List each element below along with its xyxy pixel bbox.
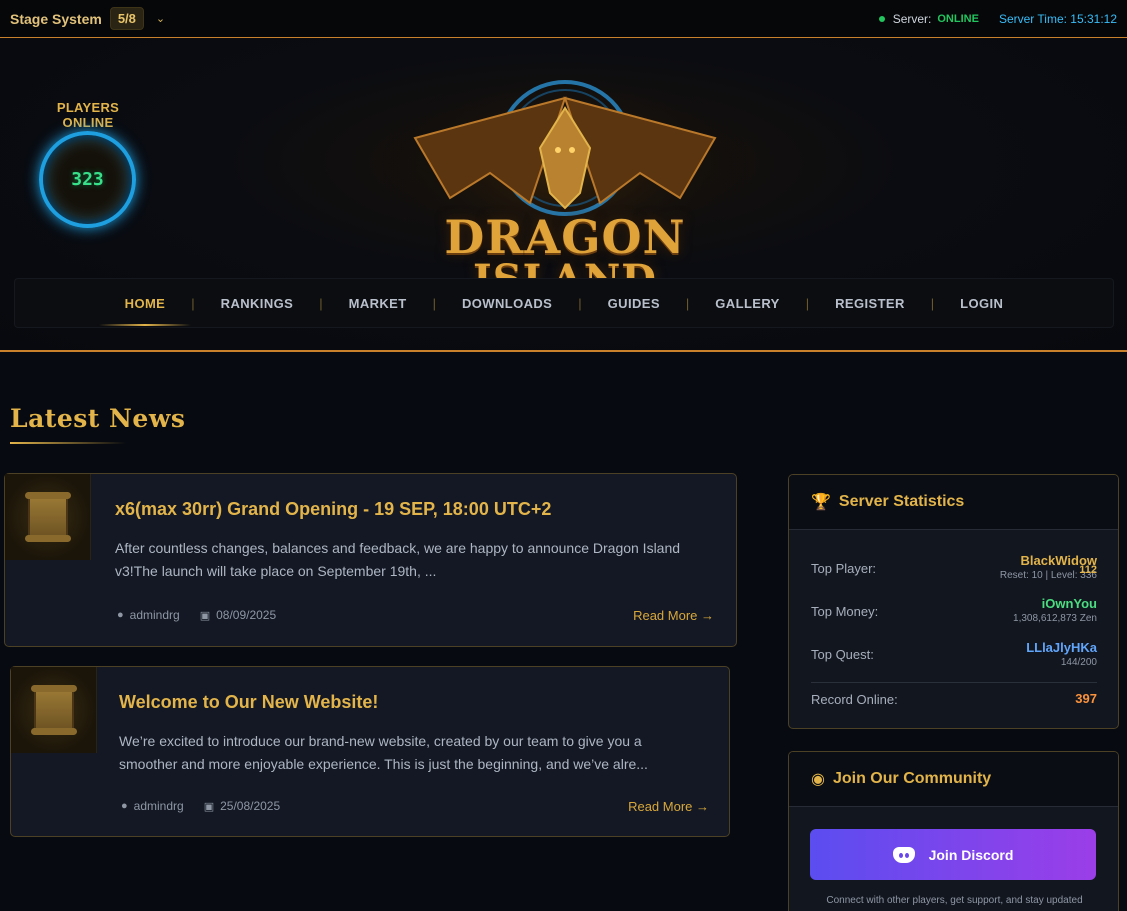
- stat-value[interactable]: iOwnYou: [1042, 596, 1097, 611]
- panel-header: ◉ Join Our Community: [789, 752, 1118, 807]
- news-card[interactable]: Welcome to Our New Website! We’re excite…: [10, 666, 730, 837]
- stat-label: Record Online:: [811, 692, 898, 707]
- stat-sub: 144/200: [1060, 657, 1097, 668]
- site-logo[interactable]: DRAGON ISLAND: [370, 78, 760, 308]
- nav-home[interactable]: HOME: [98, 296, 192, 326]
- news-meta: ● admindrg ▣ 08/09/2025: [117, 608, 276, 622]
- news-title[interactable]: x6(max 30rr) Grand Opening - 19 SEP, 18:…: [115, 499, 551, 520]
- server-time: Server Time: 15:31:12: [998, 11, 1117, 26]
- stat-extra: 112: [1079, 564, 1097, 576]
- server-label: Server:: [892, 11, 932, 26]
- news-excerpt-line: We’re excited to introduce our brand-new…: [119, 733, 642, 749]
- join-discord-button[interactable]: Join Discord: [810, 829, 1096, 880]
- news-author: admindrg: [129, 608, 180, 622]
- latest-news-underline: [10, 442, 126, 444]
- stat-top-money: Top Money: iOwnYou 1,308,612,873 Zen: [811, 596, 1097, 628]
- stat-label: Top Quest:: [811, 647, 874, 662]
- news-excerpt-line: v3!The launch will take place on Septemb…: [115, 563, 437, 579]
- panel-title: Server Statistics: [838, 493, 965, 510]
- calendar-icon: ▣: [203, 800, 215, 813]
- news-excerpt-line: smoother and more enjoyable experience. …: [119, 756, 648, 772]
- server-status: ONLINE: [937, 12, 979, 25]
- news-author: admindrg: [133, 799, 184, 813]
- stat-top-player: Top Player: BlackWidow Reset: 10 | Level…: [811, 553, 1097, 585]
- news-excerpt: We’re excited to introduce our brand-new…: [119, 730, 719, 776]
- stat-value[interactable]: LLlaJlyHKa: [1026, 640, 1097, 655]
- trophy-icon: 🏆: [811, 494, 831, 511]
- news-date: 25/08/2025: [220, 799, 281, 813]
- panel-header: 🏆 Server Statistics: [789, 475, 1118, 530]
- stat-sub: 1,308,612,873 Zen: [1013, 613, 1097, 624]
- stage-system-selector[interactable]: Stage System 5/8 ⌄: [10, 7, 165, 30]
- nav-downloads[interactable]: DOWNLOADS: [436, 296, 578, 311]
- players-online-count: 323: [71, 169, 104, 190]
- chevron-down-icon[interactable]: ⌄: [156, 12, 165, 25]
- news-thumbnail: [11, 667, 97, 753]
- calendar-icon: ▣: [199, 609, 211, 622]
- scroll-icon: [30, 685, 77, 735]
- community-panel: ◉ Join Our Community Join Discord Connec…: [788, 751, 1119, 911]
- nav-guides[interactable]: GUIDES: [582, 296, 686, 311]
- stage-system-badge: 5/8: [109, 7, 144, 30]
- latest-news-title-text: Latest News: [10, 404, 186, 433]
- nav-gallery[interactable]: GALLERY: [689, 296, 805, 311]
- news-excerpt-line: After countless changes, balances and fe…: [115, 540, 681, 556]
- stat-value: 397: [1075, 691, 1097, 706]
- main-nav: HOME | RANKINGS | MARKET | DOWNLOADS | G…: [14, 278, 1114, 328]
- scroll-icon: [24, 492, 71, 542]
- stat-record-online: Record Online: 397: [811, 691, 1097, 711]
- community-note: Connect with other players, get support,…: [826, 895, 1083, 906]
- players-online: PLAYERS ONLINE: [32, 100, 144, 130]
- nav-login[interactable]: LOGIN: [934, 296, 1029, 311]
- top-bar: Stage System 5/8 ⌄ Server: ONLINE Server…: [0, 0, 1127, 38]
- stat-label: Top Player:: [811, 561, 877, 576]
- discord-icon: [892, 846, 915, 863]
- read-more-link[interactable]: Read More →: [633, 608, 714, 623]
- site-header: PLAYERS ONLINE 323 DRAGON ISLAND HOME |: [0, 38, 1127, 352]
- server-info: Server: ONLINE Server Time: 15:31:12: [878, 11, 1117, 26]
- join-discord-label: Join Discord: [928, 846, 1014, 863]
- news-thumbnail: [5, 474, 91, 560]
- status-dot-icon: [878, 15, 885, 22]
- nav-market[interactable]: MARKET: [323, 296, 433, 311]
- stat-label: Top Money:: [811, 604, 879, 619]
- news-meta: ● admindrg ▣ 25/08/2025: [121, 799, 280, 813]
- stage-system-label: Stage System: [10, 10, 102, 27]
- news-title[interactable]: Welcome to Our New Website!: [119, 692, 378, 713]
- news-excerpt: After countless changes, balances and fe…: [115, 537, 715, 583]
- user-icon: ●: [117, 609, 124, 621]
- nav-rankings[interactable]: RANKINGS: [195, 296, 320, 311]
- players-online-ring: 323: [39, 131, 136, 228]
- stat-top-quest: Top Quest: LLlaJlyHKa 144/200: [811, 640, 1097, 672]
- server-statistics-panel: 🏆 Server Statistics Top Player: BlackWid…: [788, 474, 1119, 729]
- stat-divider: [811, 682, 1097, 683]
- latest-news-title: Latest News: [10, 404, 185, 433]
- players-online-label: PLAYERS ONLINE: [56, 100, 120, 130]
- discord-icon: ◉: [811, 771, 825, 788]
- read-more-link[interactable]: Read More →: [628, 799, 709, 814]
- nav-register[interactable]: REGISTER: [809, 296, 931, 311]
- news-card[interactable]: x6(max 30rr) Grand Opening - 19 SEP, 18:…: [4, 473, 737, 647]
- user-icon: ●: [121, 800, 128, 812]
- news-date: 08/09/2025: [216, 608, 277, 622]
- panel-title: Join Our Community: [832, 770, 992, 787]
